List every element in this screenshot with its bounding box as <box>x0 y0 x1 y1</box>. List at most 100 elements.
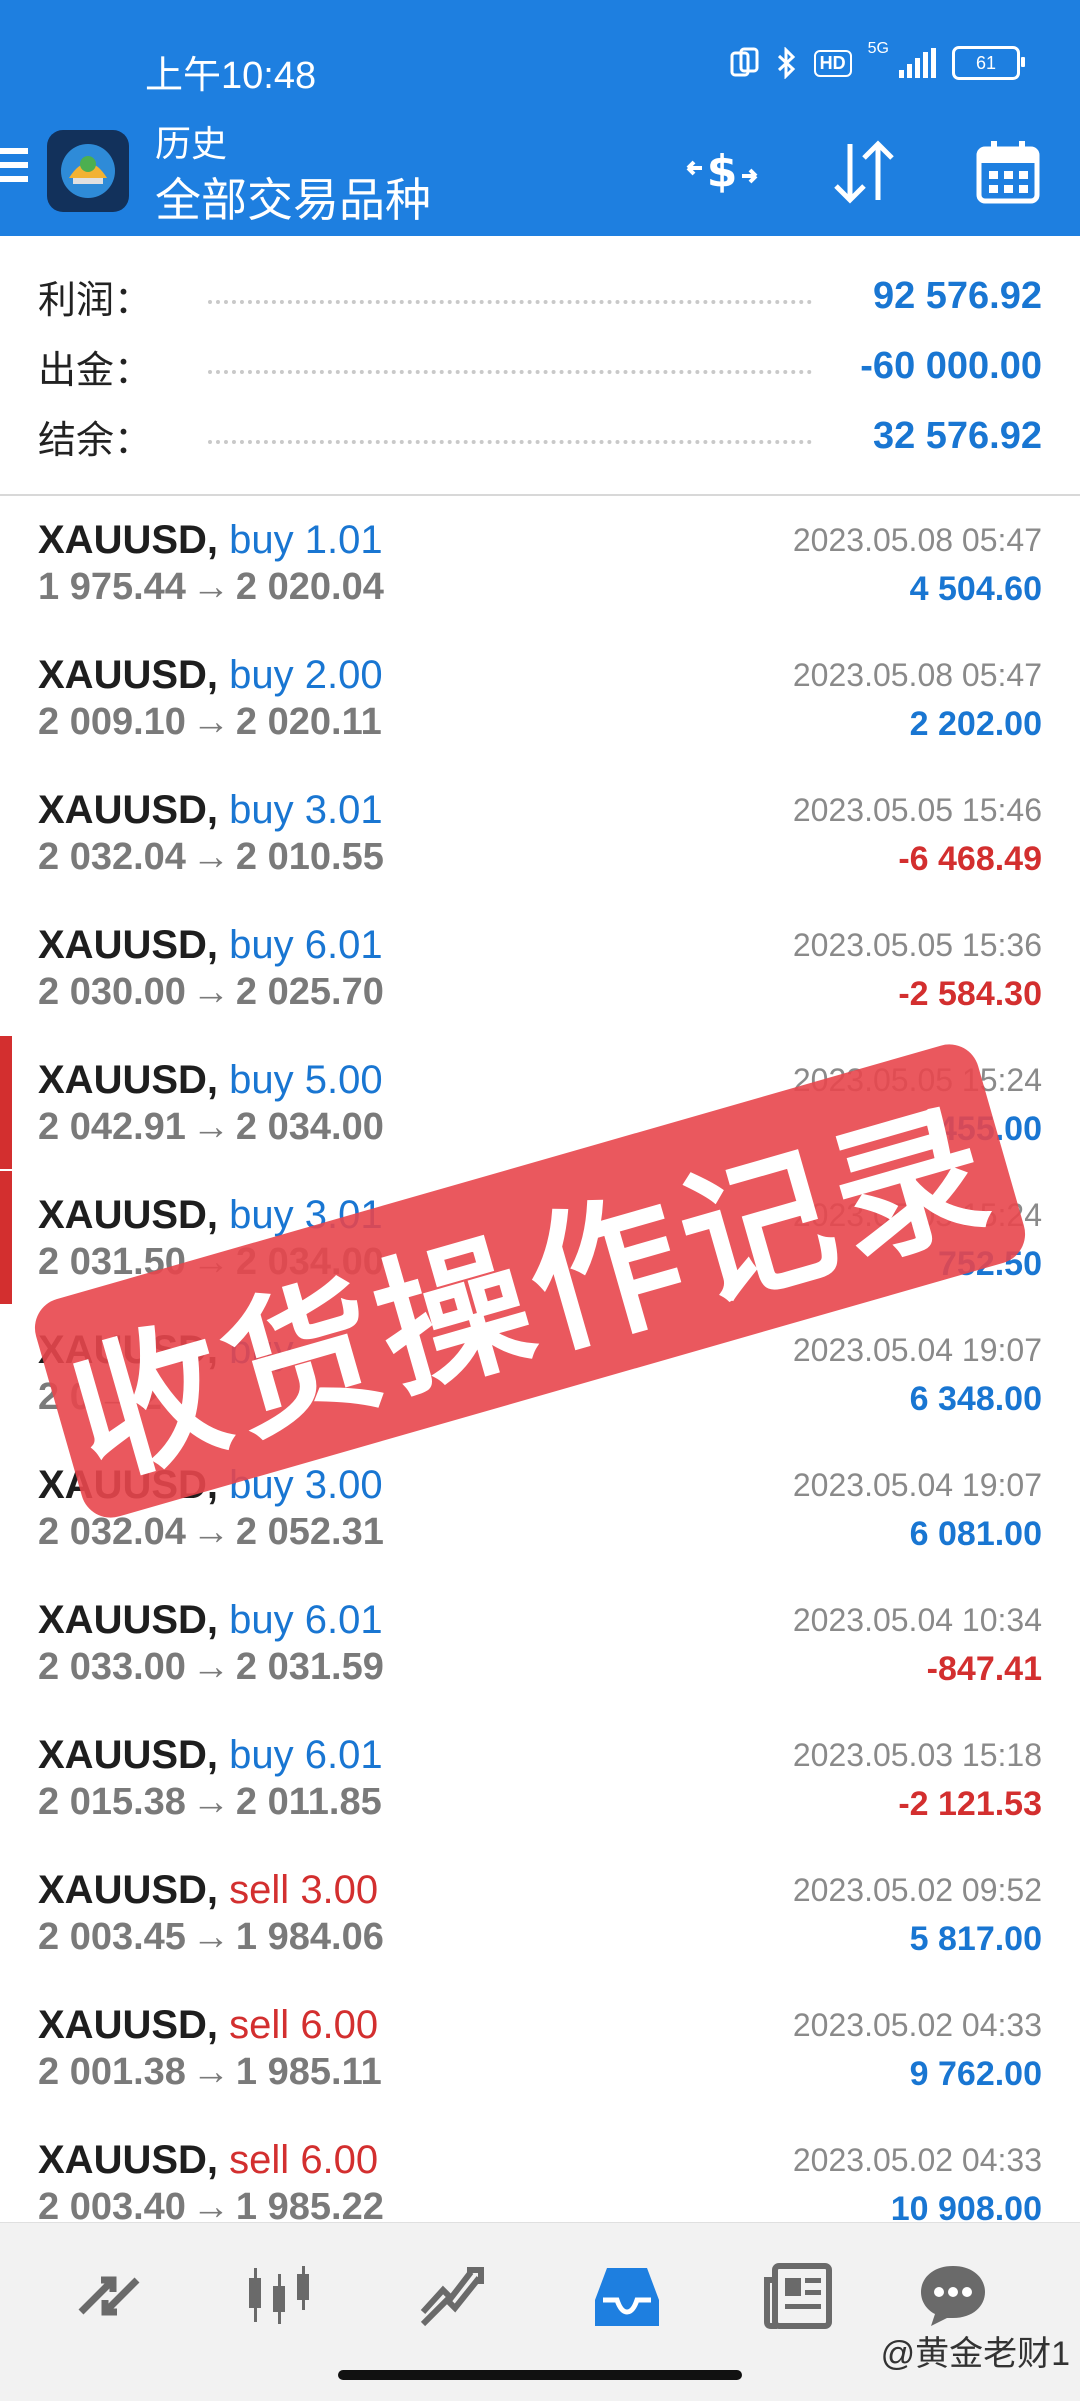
withdraw-row: 出金： -60 000.00 <box>38 336 1042 396</box>
trade-time: 2023.05.08 05:47 <box>792 657 1042 693</box>
dotted-leader <box>208 370 812 374</box>
bluetooth-icon <box>776 47 798 79</box>
trade-volume: 2.00 <box>304 653 383 697</box>
trade-prices: 2 030.00 → 2 025.70 <box>38 971 384 1014</box>
nav-trade[interactable] <box>410 2253 496 2339</box>
trade-profit: 5 817.00 <box>909 1920 1042 1958</box>
trade-title: XAUUSD, sell 6.00 <box>38 2003 378 2048</box>
trade-row[interactable]: XAUUSD, buy 2.00 2 009.10 → 2 020.11 2023.05… <box>0 631 1080 768</box>
trade-volume: 1.01 <box>304 518 383 562</box>
profit-value: 92 576.92 <box>872 274 1042 317</box>
trade-volume: 6.01 <box>304 923 383 967</box>
arrow-right-icon: → <box>191 1511 230 1553</box>
close-price: 2 031.59 <box>235 1646 384 1688</box>
trade-symbol: XAUUSD, <box>38 2138 219 2182</box>
trade-time: 2023.05.04 10:34 <box>792 1602 1042 1638</box>
dotted-leader <box>208 300 812 304</box>
trade-profit: -2 121.53 <box>898 1785 1042 1823</box>
trade-profit: 6 348.00 <box>909 1380 1042 1418</box>
trade-title: XAUUSD, buy 6.01 <box>38 923 383 968</box>
trade-volume: 6.01 <box>304 1598 383 1642</box>
trade-side: buy <box>229 923 294 967</box>
trade-symbol: XAUUSD, <box>38 923 219 967</box>
trade-profit: -847.41 <box>926 1650 1042 1688</box>
trade-profit: 6 081.00 <box>909 1515 1042 1553</box>
trade-prices: 2 033.00 → 2 031.59 <box>38 1646 384 1689</box>
nav-chart[interactable] <box>236 2253 322 2339</box>
calendar-button[interactable] <box>966 130 1050 214</box>
sort-button[interactable] <box>822 130 906 214</box>
trade-side: sell <box>229 2003 290 2047</box>
page-title: 历史 <box>155 123 228 164</box>
trade-symbol: XAUUSD, <box>38 518 219 562</box>
nav-quotes[interactable] <box>66 2253 152 2339</box>
home-indicator[interactable] <box>338 2370 742 2380</box>
trade-title: XAUUSD, buy 1.01 <box>38 518 383 563</box>
trade-row[interactable]: XAUUSD, buy 6.01 2 030.00 → 2 025.70 2023.05… <box>0 901 1080 1038</box>
summary-panel: 利润： 92 576.92 出金： -60 000.00 结余： 32 576.… <box>0 236 1080 494</box>
arrow-right-icon: → <box>191 1646 230 1688</box>
symbol-filter[interactable]: 全部交易品种 <box>155 164 431 230</box>
trade-row[interactable]: XAUUSD, buy 3.01 2 032.04 → 2 010.55 2023.05… <box>0 766 1080 903</box>
close-price: 2 034.00 <box>235 1106 384 1148</box>
deposit-currency-button[interactable]: $ <box>680 130 764 214</box>
open-price: 2 009.10 <box>38 701 186 743</box>
close-price: 2 011.85 <box>235 1781 382 1823</box>
trade-volume: 3.00 <box>300 1868 379 1912</box>
arrow-right-icon: → <box>191 2051 230 2093</box>
arrow-right-icon: → <box>191 566 230 608</box>
trade-row[interactable]: XAUUSD, sell 3.00 2 003.45 → 1 984.06 2023.0… <box>0 1846 1080 1983</box>
news-icon <box>764 2263 832 2329</box>
profit-row: 利润： 92 576.92 <box>38 266 1042 326</box>
messages-icon <box>921 2266 985 2326</box>
balance-label: 结余： <box>38 419 153 462</box>
trade-row[interactable]: XAUUSD, buy 1.01 1 975.44 → 2 020.04 2023.05… <box>0 496 1080 633</box>
open-price: 2 042.91 <box>38 1106 186 1148</box>
battery-icon: 61 <box>952 46 1025 80</box>
arrow-right-icon: → <box>191 1781 230 1823</box>
trade-title: XAUUSD, buy 5.00 <box>38 1058 383 1103</box>
trade-volume: 3.01 <box>304 788 383 832</box>
balance-value: 32 576.92 <box>872 414 1042 457</box>
trade-symbol: XAUUSD, <box>38 1733 219 1777</box>
balance-row: 结余： 32 576.92 <box>38 406 1042 466</box>
nav-history[interactable] <box>584 2253 670 2339</box>
trade-symbol: XAUUSD, <box>38 788 219 832</box>
trade-side: buy <box>229 518 294 562</box>
quotes-icon <box>78 2276 140 2316</box>
trade-row[interactable]: XAUUSD, sell 6.00 2 001.38 → 1 985.11 2023.0… <box>0 1981 1080 2118</box>
nav-news[interactable] <box>756 2253 842 2339</box>
withdraw-value: -60 000.00 <box>860 344 1042 387</box>
trade-prices: 2 003.45 → 1 984.06 <box>38 1916 384 1959</box>
trade-side: buy <box>229 1193 294 1237</box>
trade-prices: 2 032.04 → 2 052.31 <box>38 1511 384 1554</box>
trade-row[interactable]: XAUUSD, buy 6.01 2 015.38 → 2 011.85 2023.05… <box>0 1711 1080 1848</box>
trade-side: buy <box>229 1733 294 1777</box>
user-watermark: @黄金老财1 <box>880 2335 1070 2373</box>
trade-prices: 2 042.91 → 2 034.00 <box>38 1106 384 1149</box>
trade-profit: -2 584.30 <box>898 975 1042 1013</box>
open-price: 2 003.45 <box>38 1916 186 1958</box>
trade-prices: 2 032.04 → 2 010.55 <box>38 836 384 879</box>
trade-title: XAUUSD, sell 3.00 <box>38 1868 378 1913</box>
arrow-right-icon: → <box>191 1916 230 1958</box>
trade-icon <box>420 2267 484 2327</box>
open-price: 2 033.00 <box>38 1646 186 1688</box>
trade-time: 2023.05.05 15:36 <box>792 927 1042 963</box>
trade-profit: -6 468.49 <box>898 840 1042 878</box>
trade-volume: 6.01 <box>304 1733 383 1777</box>
battery-level: 61 <box>975 52 997 73</box>
trade-row[interactable]: XAUUSD, buy 6.01 2 033.00 → 2 031.59 2023.05… <box>0 1576 1080 1713</box>
trade-symbol: XAUUSD, <box>38 1868 219 1912</box>
close-price: 2 052.31 <box>235 1511 384 1553</box>
trade-side: buy <box>229 1598 294 1642</box>
status-time: 上午10:48 <box>145 55 317 97</box>
menu-icon[interactable] <box>0 148 28 190</box>
trade-volume: 3.00 <box>304 1463 383 1507</box>
trade-time: 2023.05.02 04:33 <box>792 2007 1042 2043</box>
open-price: 1 975.44 <box>38 566 186 608</box>
trade-time: 2023.05.04 19:07 <box>792 1332 1042 1368</box>
trade-title: XAUUSD, buy 6.01 <box>38 1733 383 1778</box>
trade-prices: 2 001.38 → 1 985.11 <box>38 2051 382 2094</box>
status-icons: HD 5G 61 <box>730 40 1025 80</box>
